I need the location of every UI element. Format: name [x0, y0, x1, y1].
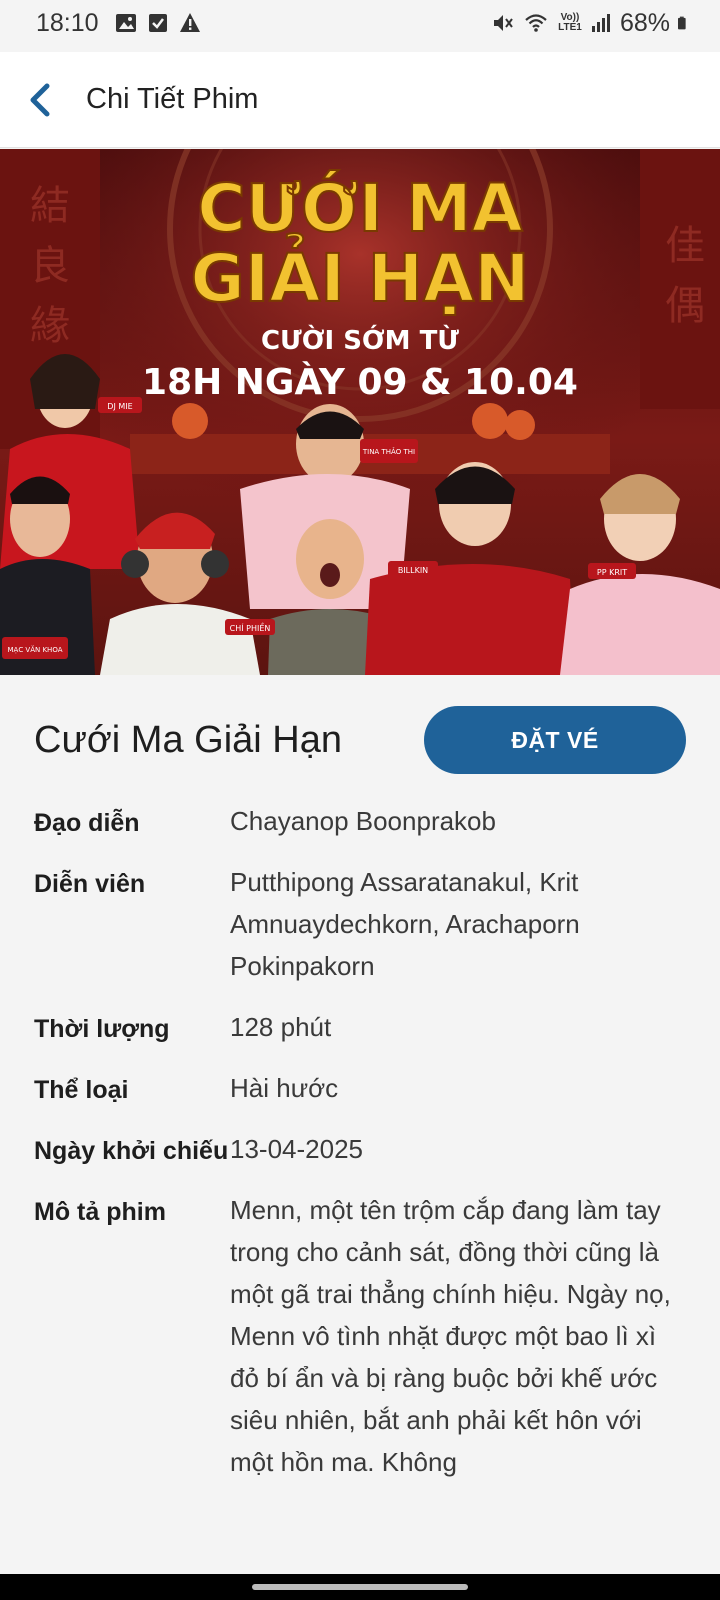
movie-poster: 結 良 緣 佳 偶 CƯỚI MA GIẢI HẠN CƯỜI SỚM TỪ 1… — [0, 149, 720, 675]
info-value: Hài hước — [230, 1073, 339, 1103]
status-bar: 18:10 Vo)) LTE1 68% — [0, 0, 720, 46]
info-label: Ngày khởi chiếu — [34, 1137, 229, 1165]
volte-icon: Vo)) LTE1 — [558, 12, 582, 33]
poster-title-line2: GIẢI HẠN — [191, 233, 530, 317]
svg-text:良: 良 — [30, 243, 70, 289]
battery-percent: 68% — [619, 8, 670, 37]
info-label: Đạo diễn — [34, 809, 140, 837]
poster-tag-ppkrit: PP KRIT — [597, 568, 627, 577]
svg-text:偶: 偶 — [665, 283, 705, 329]
back-button[interactable] — [0, 52, 80, 148]
signal-icon — [591, 14, 610, 32]
status-time: 18:10 — [36, 8, 99, 37]
info-label: Thời lượng — [34, 1015, 170, 1043]
poster-tag-tina: TINA THẢO THI — [362, 447, 415, 456]
home-indicator[interactable] — [252, 1584, 468, 1590]
info-label: Diễn viên — [34, 870, 146, 898]
info-value: 13-04-2025 — [230, 1134, 363, 1164]
info-row-cast: Diễn viên Putthipong Assaratanakul, Krit… — [34, 866, 686, 987]
poster-tag-djmie: DJ MIE — [107, 402, 132, 411]
movie-details: Cưới Ma Giải Hạn ĐẶT VÉ Đạo diễn Chayano… — [0, 675, 720, 1575]
poster-tag-billkin: BILLKIN — [398, 566, 428, 575]
poster-tagline: CƯỜI SỚM TỪ — [261, 324, 459, 356]
info-row-description: Mô tả phim Menn, một tên trộm cắp đang l… — [34, 1194, 686, 1483]
poster-dates: 18H NGÀY 09 & 10.04 — [142, 361, 578, 403]
info-label: Thể loại — [34, 1076, 129, 1104]
wifi-icon — [525, 14, 547, 32]
info-row-genre: Thể loại Hài hước — [34, 1072, 686, 1109]
info-value: Menn, một tên trộm cắp đang làm tay tron… — [230, 1195, 671, 1477]
image-icon — [115, 14, 136, 32]
app-header: Chi Tiết Phim — [0, 52, 720, 148]
warning-icon — [179, 13, 200, 32]
battery-icon — [678, 16, 686, 30]
mute-icon — [493, 15, 513, 31]
poster-title-line1: CƯỚI MA — [197, 170, 523, 247]
svg-text:佳: 佳 — [665, 223, 705, 269]
poster-artwork: 結 良 緣 佳 偶 CƯỚI MA GIẢI HẠN CƯỜI SỚM TỪ 1… — [0, 149, 720, 675]
info-row-duration: Thời lượng 128 phút — [34, 1011, 686, 1048]
check-box-icon — [148, 14, 167, 32]
info-value: 128 phút — [230, 1012, 332, 1042]
page-title: Chi Tiết Phim — [86, 83, 259, 115]
poster-tag-macvankhoa: MẠC VĂN KHOA — [7, 645, 62, 654]
chevron-left-icon — [30, 83, 50, 116]
info-value: Chayanop Boonprakob — [230, 806, 496, 836]
book-ticket-button[interactable]: ĐẶT VÉ — [424, 706, 686, 774]
info-row-release-date: Ngày khởi chiếu 13-04-2025 — [34, 1133, 686, 1170]
movie-title: Cưới Ma Giải Hạn — [34, 718, 342, 761]
info-value: Putthipong Assaratanakul, Krit Amnuaydec… — [230, 867, 580, 981]
svg-text:結: 結 — [30, 183, 70, 229]
svg-text:緣: 緣 — [30, 303, 70, 349]
info-label: Mô tả phim — [34, 1198, 166, 1226]
title-row: Cưới Ma Giải Hạn ĐẶT VÉ — [34, 675, 686, 805]
info-row-director: Đạo diễn Chayanop Boonprakob — [34, 805, 686, 842]
